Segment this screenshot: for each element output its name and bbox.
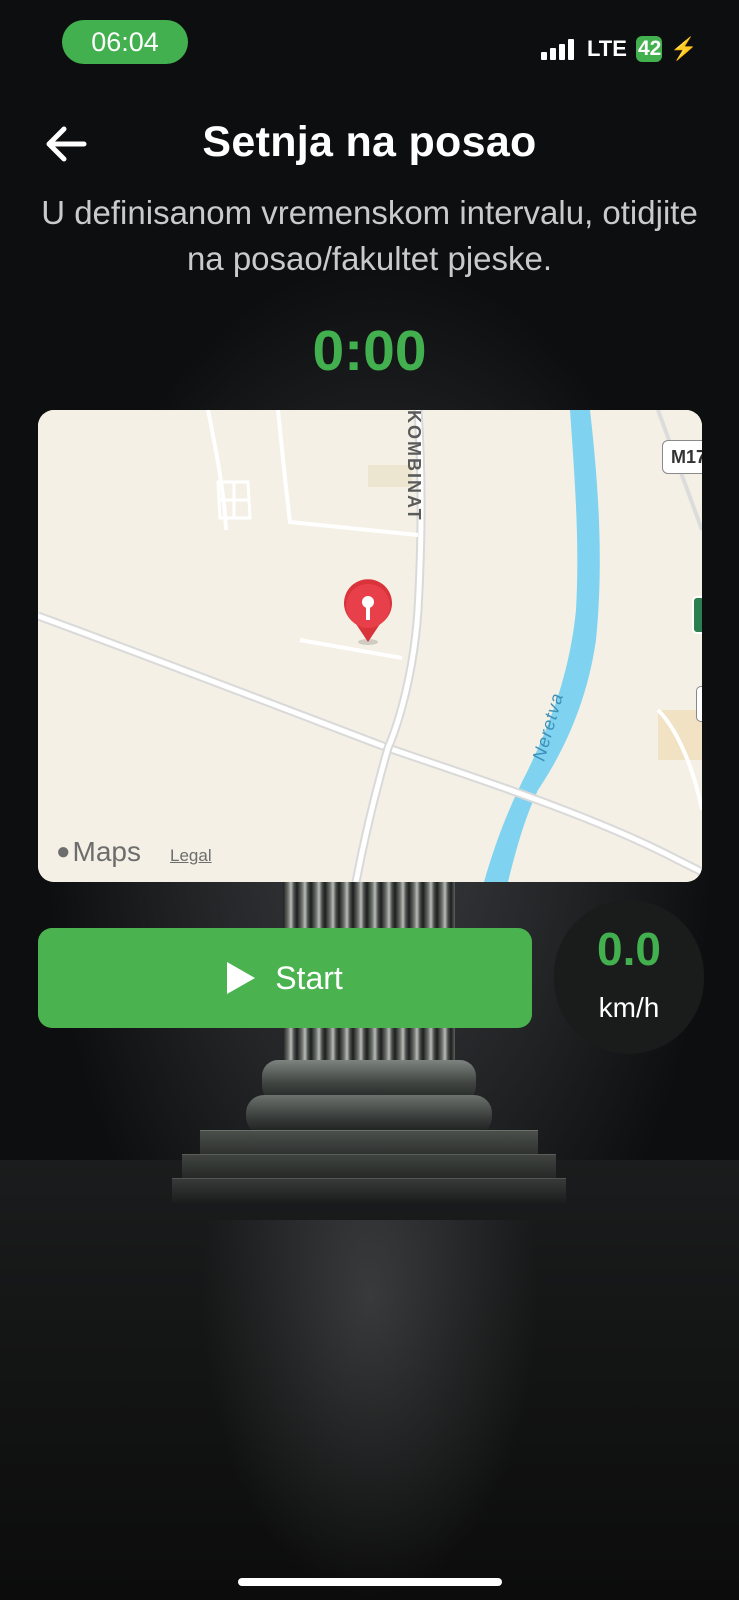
apple-logo-icon: ● [56, 838, 71, 865]
river-label-text: Neretva [529, 690, 568, 763]
road-label: KOMBINAT [404, 410, 424, 520]
signal-icon [541, 38, 579, 60]
speed-indicator: 0.0 km/h [554, 900, 704, 1054]
legal-link[interactable]: Legal [170, 846, 212, 866]
road-label-text: KOMBINAT [404, 410, 424, 520]
speed-unit: km/h [598, 992, 660, 1023]
speed-value: 0.0 [597, 923, 661, 975]
network-type: LTE [587, 36, 627, 61]
status-time: 06:04 [62, 20, 188, 64]
play-icon [227, 962, 256, 994]
maps-attribution-text: Maps [72, 836, 141, 867]
timer-display: 0:00 [312, 319, 427, 383]
battery-icon: 42 [636, 36, 662, 62]
battery-level: 42 [638, 37, 662, 60]
background-floor [0, 1160, 739, 1600]
map-view[interactable]: KOMBINAT M17 Neretva ● Maps Legal [38, 410, 702, 882]
maps-attribution: ● Maps [56, 836, 141, 868]
charging-icon: ⚡ [670, 36, 698, 61]
column-base-lower [246, 1095, 492, 1135]
plinth-step-1 [200, 1130, 538, 1157]
home-indicator[interactable] [238, 1578, 502, 1586]
plinth-step-3 [172, 1178, 566, 1203]
map-canvas [38, 410, 702, 882]
task-description: U definisanom vremenskom intervalu, otid… [41, 194, 698, 277]
route-shield: M17 [662, 440, 702, 474]
start-button[interactable]: Start [38, 928, 532, 1028]
map-marker-green [692, 596, 702, 634]
plinth-step-2 [182, 1154, 556, 1181]
start-label: Start [275, 959, 343, 996]
map-marker-white [696, 686, 702, 722]
page-title: Setnja na posao [202, 118, 537, 166]
river-label: Neretva [529, 690, 568, 763]
